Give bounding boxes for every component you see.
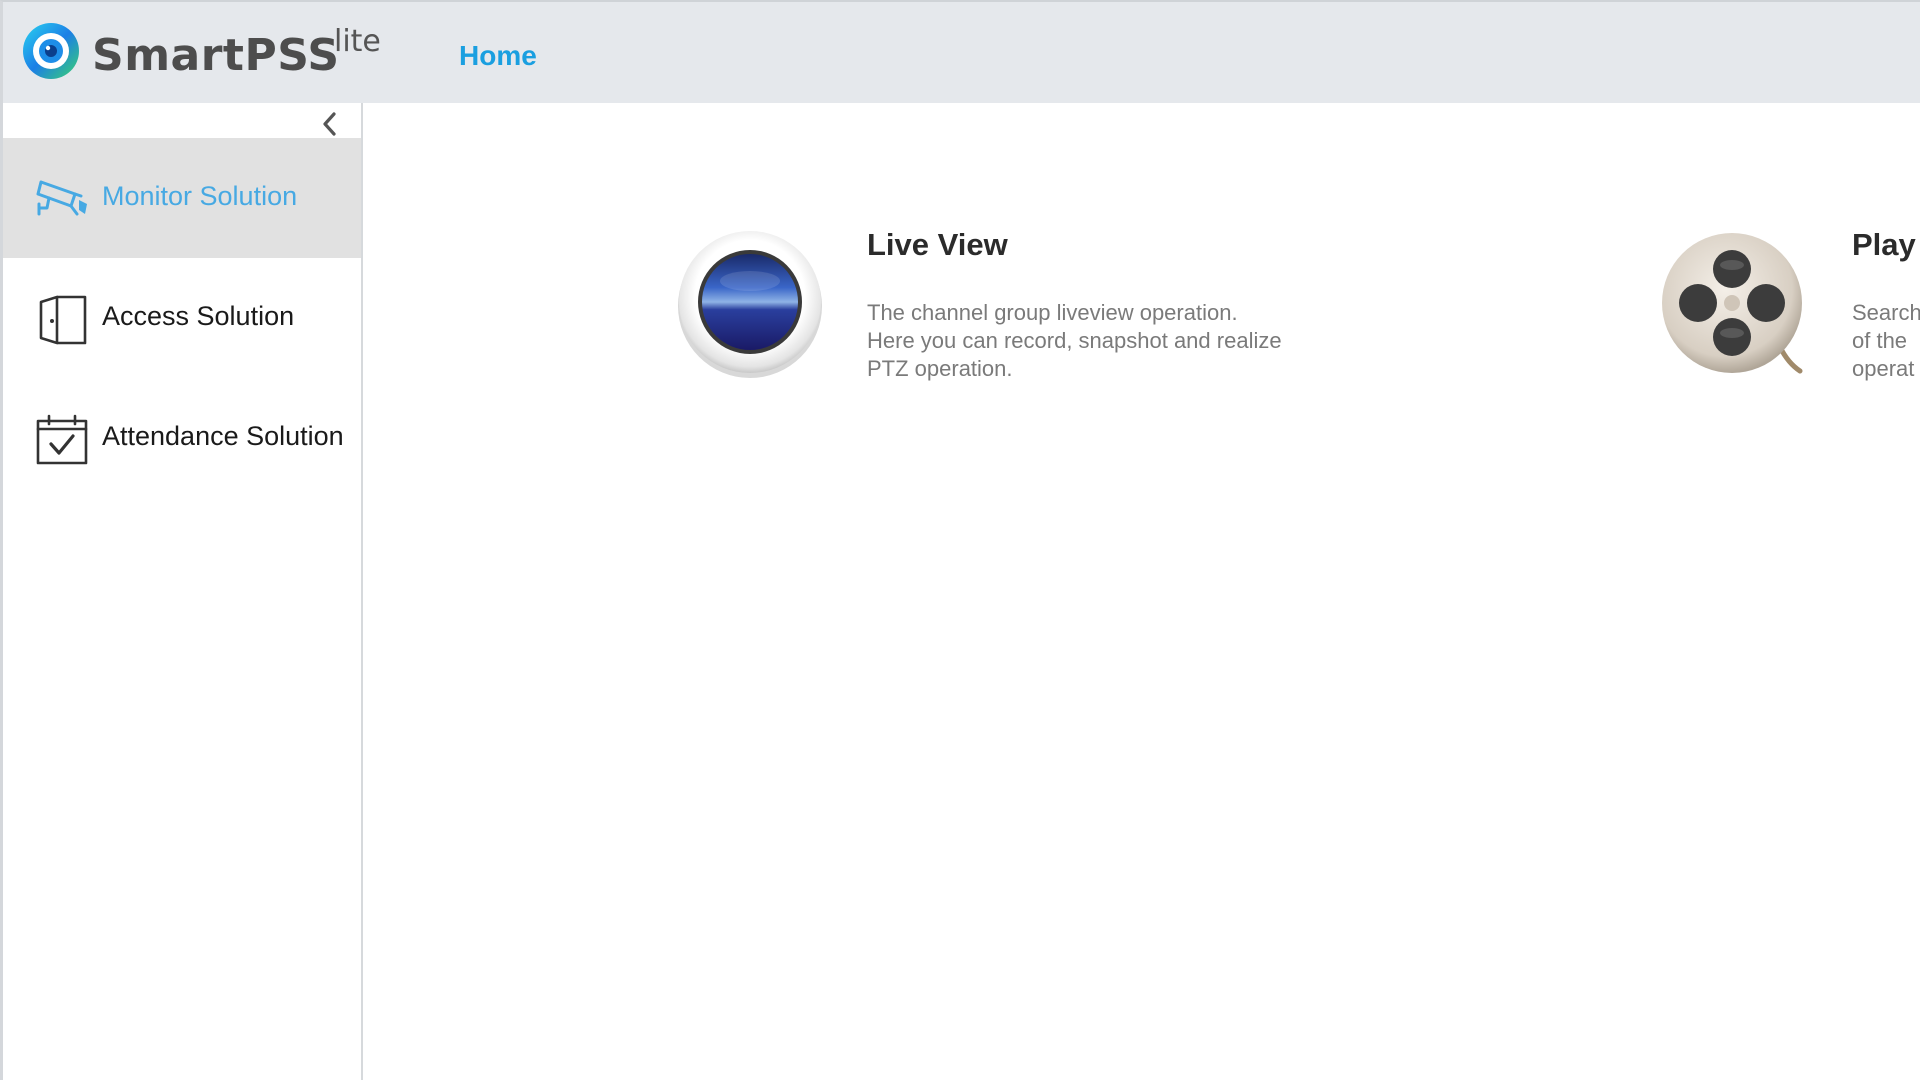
module-description: The channel group liveview operation. He… (867, 300, 1282, 381)
sidebar-item-attendance-solution[interactable]: Attendance Solution (3, 378, 361, 498)
module-title: Live View (867, 227, 1008, 262)
surveillance-camera-icon (36, 180, 87, 216)
brand-name: SmartPSS (92, 30, 340, 81)
sidebar-item-label: Monitor Solution (102, 181, 298, 211)
sidebar-item-label: Attendance Solution (102, 421, 344, 451)
header-bar: SmartPSS lite Home (3, 2, 1920, 103)
sidebar-collapse-button[interactable] (313, 109, 347, 139)
main-content: Live View The channel group liveview ope… (365, 103, 1920, 1080)
brand-suffix: lite (334, 24, 381, 59)
module-description: Search of the operat (1852, 300, 1920, 381)
sidebar: Monitor Solution Access Solution Attenda… (3, 103, 363, 1080)
sidebar-item-label: Access Solution (102, 301, 295, 331)
module-title: Play (1852, 227, 1916, 262)
smartpss-logo-icon (23, 23, 79, 79)
live-view-lens-icon (678, 231, 822, 378)
door-icon (39, 295, 87, 345)
tab-home[interactable]: Home (459, 40, 537, 72)
sidebar-item-access-solution[interactable]: Access Solution (3, 258, 361, 378)
sidebar-item-monitor-solution[interactable]: Monitor Solution (3, 138, 361, 258)
calendar-check-icon (36, 414, 88, 465)
chevron-left-icon (323, 112, 336, 136)
app-window: SmartPSS lite Home Monitor Solution Acce… (0, 0, 1920, 1080)
film-reel-icon (1662, 233, 1803, 374)
